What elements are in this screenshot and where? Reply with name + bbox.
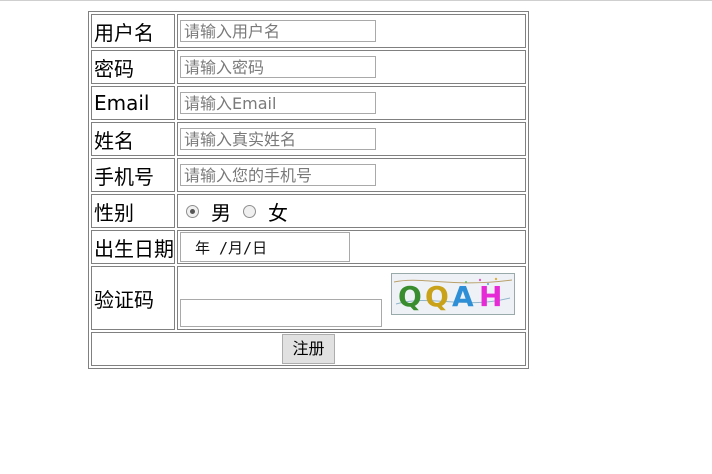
register-button[interactable]: 注册	[282, 334, 335, 364]
registration-form-table: 用户名 密码 Email 姓名 手机号 性别 男	[88, 11, 529, 369]
captcha-row: 验证码 QQAH	[91, 266, 526, 330]
gender-male-label[interactable]: 男	[211, 197, 231, 226]
gender-female-radio[interactable]	[243, 204, 256, 218]
password-row: 密码	[91, 50, 526, 84]
captcha-image[interactable]: QQAH	[391, 273, 515, 315]
email-input[interactable]	[180, 92, 376, 114]
captcha-letter: Q	[425, 280, 449, 313]
submit-row: 注册	[91, 332, 526, 366]
captcha-input[interactable]	[180, 299, 382, 327]
captcha-graphic: QQAH	[392, 274, 514, 314]
name-label: 姓名	[91, 122, 175, 156]
birthday-date-input[interactable]: 年 /月/日	[180, 232, 350, 262]
username-input[interactable]	[180, 20, 376, 42]
email-label: Email	[91, 86, 175, 120]
username-row: 用户名	[91, 14, 526, 48]
birthday-date-text: 年 /月/日	[195, 238, 268, 257]
captcha-letter: A	[452, 280, 474, 313]
phone-input[interactable]	[180, 164, 376, 186]
captcha-label: 验证码	[91, 266, 175, 330]
username-label: 用户名	[91, 14, 175, 48]
name-input[interactable]	[180, 128, 376, 150]
email-row: Email	[91, 86, 526, 120]
password-label: 密码	[91, 50, 175, 84]
captcha-letter: H	[479, 280, 502, 313]
captcha-letter: Q	[398, 280, 422, 313]
phone-label: 手机号	[91, 158, 175, 192]
gender-row: 性别 男 女	[91, 194, 526, 228]
birthday-row: 出生日期 年 /月/日	[91, 230, 526, 264]
name-row: 姓名	[91, 122, 526, 156]
phone-row: 手机号	[91, 158, 526, 192]
password-input[interactable]	[180, 56, 376, 78]
gender-female-label[interactable]: 女	[268, 197, 288, 226]
gender-label: 性别	[91, 194, 175, 228]
gender-radio-group: 男 女	[180, 197, 525, 226]
gender-male-radio[interactable]	[186, 204, 199, 218]
birthday-label: 出生日期	[91, 230, 175, 264]
